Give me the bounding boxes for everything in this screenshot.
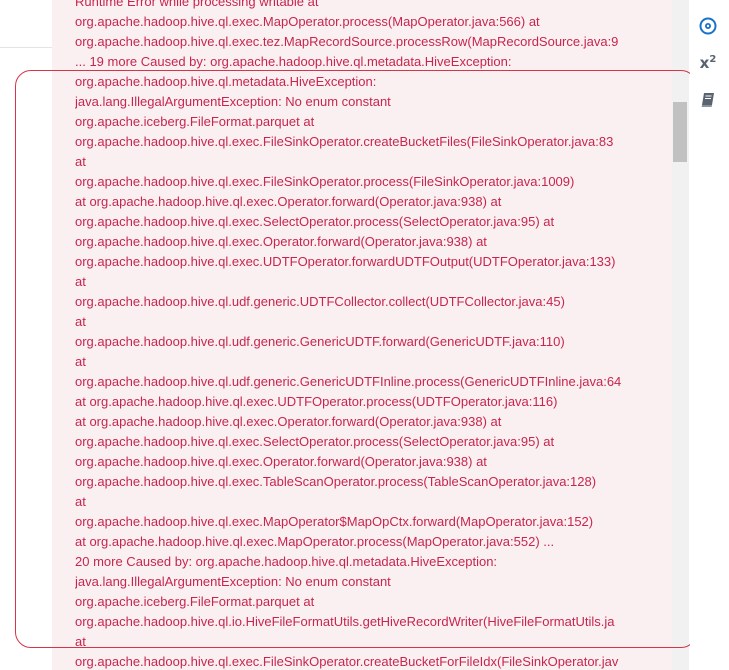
- compass-icon-graphic: [699, 17, 717, 35]
- code-line: org.apache.hadoop.hive.ql.io.HiveFileFor…: [75, 614, 615, 629]
- code-line: at org.apache.hadoop.hive.ql.exec.Operat…: [75, 194, 502, 209]
- code-line: org.apache.hadoop.hive.ql.exec.MapOperat…: [75, 14, 540, 29]
- code-line: org.apache.hadoop.hive.ql.metadata.HiveE…: [75, 74, 377, 89]
- superscript-icon[interactable]: x2: [697, 52, 719, 74]
- code-line: org.apache.hadoop.hive.ql.exec.tez.MapRe…: [75, 34, 619, 49]
- code-line: at: [75, 634, 86, 649]
- code-line: at: [75, 354, 86, 369]
- code-line: org.apache.hadoop.hive.ql.udf.generic.Ge…: [75, 374, 622, 389]
- code-block[interactable]: Runtime Error while processing writable …: [52, 0, 672, 670]
- code-line: org.apache.hadoop.hive.ql.exec.SelectOpe…: [75, 214, 555, 229]
- code-line: java.lang.IllegalArgumentException: No e…: [75, 574, 391, 589]
- code-line: org.apache.hadoop.hive.ql.exec.UDTFOpera…: [75, 254, 616, 269]
- code-line: org.apache.hadoop.hive.ql.udf.generic.UD…: [75, 294, 565, 309]
- code-line: at: [75, 494, 86, 509]
- scrollbar-thumb[interactable]: [673, 102, 687, 162]
- gutter-divider: [0, 47, 52, 48]
- code-lines: Runtime Error while processing writable …: [75, 0, 672, 670]
- code-line: Runtime Error while processing writable …: [75, 0, 319, 9]
- book-icon-graphic: [701, 93, 714, 107]
- code-line: org.apache.iceberg.FileFormat.parquet at: [75, 114, 315, 129]
- code-line: org.apache.hadoop.hive.ql.exec.FileSinkO…: [75, 134, 614, 149]
- code-line: org.apache.hadoop.hive.ql.exec.FileSinkO…: [75, 654, 619, 669]
- compass-icon[interactable]: [697, 15, 719, 37]
- code-line: org.apache.hadoop.hive.ql.exec.Operator.…: [75, 454, 487, 469]
- code-line: at org.apache.hadoop.hive.ql.exec.UDTFOp…: [75, 394, 558, 409]
- superscript-exponent: 2: [709, 54, 717, 65]
- code-line: at: [75, 274, 86, 289]
- left-gutter: [0, 0, 52, 670]
- code-line: at org.apache.hadoop.hive.ql.exec.MapOpe…: [75, 534, 555, 549]
- code-line: org.apache.hadoop.hive.ql.udf.generic.Ge…: [75, 334, 565, 349]
- code-line: 20 more Caused by: org.apache.hadoop.hiv…: [75, 554, 498, 569]
- code-line: at: [75, 154, 86, 169]
- code-line: at org.apache.hadoop.hive.ql.exec.Operat…: [75, 414, 502, 429]
- superscript-base: x: [699, 54, 710, 72]
- code-line: org.apache.hadoop.hive.ql.exec.SelectOpe…: [75, 434, 555, 449]
- scrollbar-track[interactable]: [672, 0, 689, 670]
- code-line: org.apache.hadoop.hive.ql.exec.FileSinkO…: [75, 174, 575, 189]
- superscript-icon-glyph: x2: [700, 54, 717, 72]
- code-line: java.lang.IllegalArgumentException: No e…: [75, 94, 391, 109]
- code-line: org.apache.hadoop.hive.ql.exec.MapOperat…: [75, 514, 594, 529]
- code-line: at: [75, 314, 86, 329]
- code-line: org.apache.hadoop.hive.ql.exec.Operator.…: [75, 234, 487, 249]
- code-line: ... 19 more Caused by: org.apache.hadoop…: [75, 54, 512, 69]
- book-icon[interactable]: [697, 89, 719, 111]
- code-line: org.apache.iceberg.FileFormat.parquet at: [75, 594, 315, 609]
- code-line: org.apache.hadoop.hive.ql.exec.TableScan…: [75, 474, 597, 489]
